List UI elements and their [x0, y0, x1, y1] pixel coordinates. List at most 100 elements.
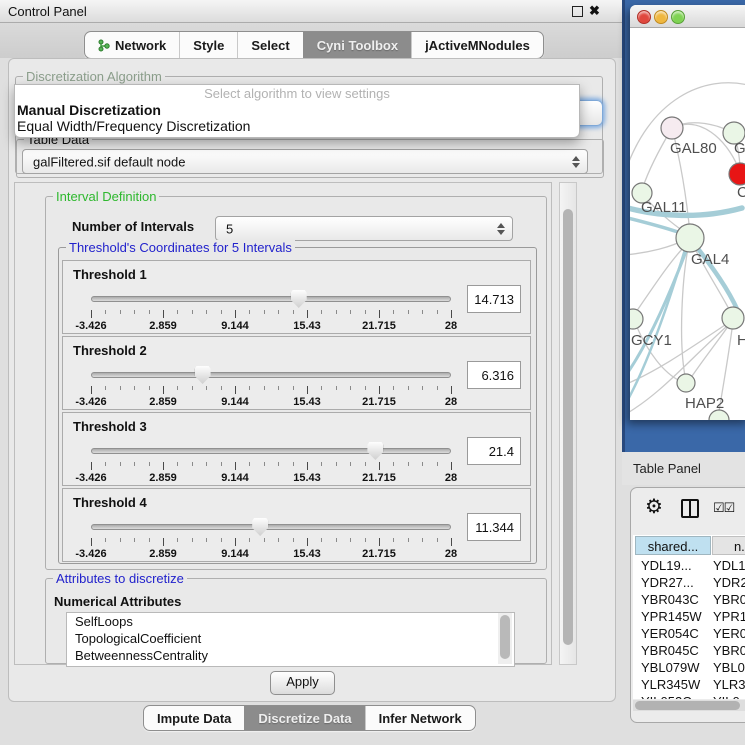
checkbox-icons[interactable]: ☑☑ — [713, 500, 734, 516]
thresholds-group-label: Threshold's Coordinates for 5 Intervals — [66, 240, 295, 255]
tab-label: Cyni Toolbox — [317, 38, 398, 53]
table-panel-titlebar: Table Panel — [622, 452, 745, 485]
float-window-icon[interactable] — [572, 6, 583, 17]
tab-discretize-data[interactable]: Discretize Data — [244, 706, 364, 730]
table-hscrollbar[interactable] — [633, 700, 745, 711]
window-title: Control Panel — [8, 4, 87, 19]
table-row[interactable]: YBR043CYBR0 — [633, 591, 745, 608]
threshold-row: Threshold 2 -3.4262.8599.14415.4321.7152… — [62, 336, 531, 410]
settings-scrollbar[interactable] — [559, 182, 577, 665]
attributes-scrollbar[interactable] — [498, 613, 512, 664]
slider-ticks — [91, 310, 451, 319]
table-row[interactable]: YBL079WYBL0 — [633, 659, 745, 676]
attribute-item[interactable]: BetweennessCentrality — [67, 647, 514, 664]
split-view-icon[interactable] — [681, 499, 699, 518]
minimize-traffic-light-icon[interactable] — [654, 10, 668, 24]
network-node-label: GCY1 — [631, 332, 672, 349]
threshold-label: Threshold 2 — [73, 343, 147, 358]
attribute-item[interactable]: TopologicalCoefficient — [67, 630, 514, 647]
table-row[interactable]: YIL052CYIL0 — [633, 693, 745, 699]
table-panel: ⚙ ☑☑ shared... n... YDL19...YDL1YDR27...… — [630, 487, 745, 723]
slider-scale: -3.4262.8599.14415.4321.71528 — [91, 548, 451, 560]
slider-thumb[interactable] — [252, 518, 268, 536]
close-traffic-light-icon[interactable] — [637, 10, 651, 24]
tab-style[interactable]: Style — [179, 32, 237, 58]
slider-thumb[interactable] — [291, 290, 307, 308]
table-data-combo[interactable]: galFiltered.sif default node — [22, 149, 588, 174]
network-node-labels: GAL80 GA C GAL11 GAL4 GCY1 H HAP2 — [631, 140, 745, 412]
tab-jactivemnodules[interactable]: jActiveMNodules — [411, 32, 543, 58]
algorithm-dropdown-popup: Select algorithm to view settings Manual… — [14, 84, 580, 138]
slider-track[interactable] — [91, 296, 451, 302]
tab-label: Select — [251, 38, 289, 53]
tab-label: Style — [193, 38, 224, 53]
tab-network[interactable]: Network — [85, 32, 179, 58]
scrollbar-thumb[interactable] — [500, 615, 510, 659]
tab-cyni-toolbox[interactable]: Cyni Toolbox — [303, 32, 411, 58]
num-intervals-label: Number of Intervals — [72, 219, 194, 234]
table-row[interactable]: YDR27...YDR2 — [633, 574, 745, 591]
slider-track[interactable] — [91, 372, 451, 378]
tab-label: Network — [115, 38, 166, 53]
interval-definition-label: Interval Definition — [53, 189, 159, 204]
slider-scale: -3.4262.8599.14415.4321.71528 — [91, 320, 451, 332]
slider-track[interactable] — [91, 524, 451, 530]
algorithm-group-label: Discretization Algorithm — [23, 69, 165, 84]
table-row[interactable]: YDL19...YDL1 — [633, 557, 745, 574]
threshold-row: Threshold 3 -3.4262.8599.14415.4321.7152… — [62, 412, 531, 486]
tab-label: Infer Network — [379, 711, 462, 726]
threshold-value[interactable]: 14.713 — [467, 285, 521, 313]
threshold-slider[interactable]: -3.4262.8599.14415.4321.71528 — [91, 441, 451, 481]
threshold-value[interactable]: 11.344 — [467, 513, 521, 541]
slider-thumb[interactable] — [367, 442, 383, 460]
table-data-value: galFiltered.sif default node — [33, 154, 185, 169]
scrollbar-thumb[interactable] — [635, 701, 740, 710]
bottom-tabs: Impute Data Discretize Data Infer Networ… — [143, 705, 476, 731]
tab-infer-network[interactable]: Infer Network — [365, 706, 475, 730]
table-row[interactable]: YBR045CYBR0 — [633, 642, 745, 659]
table-row[interactable]: YER054CYER0 — [633, 625, 745, 642]
network-node-label: GAL4 — [691, 251, 729, 268]
tab-label: Discretize Data — [258, 711, 351, 726]
slider-ticks — [91, 386, 451, 395]
algorithm-option[interactable]: Equal Width/Frequency Discretization — [15, 118, 579, 134]
slider-ticks — [91, 538, 451, 547]
attribute-item[interactable]: SelfLoops — [67, 613, 514, 630]
numerical-attributes-list[interactable]: SelfLoopsTopologicalCoefficientBetweenne… — [66, 612, 515, 667]
table-row[interactable]: YLR345WYLR3 — [633, 676, 745, 693]
apply-button[interactable]: Apply — [270, 671, 335, 695]
tab-impute-data[interactable]: Impute Data — [144, 706, 244, 730]
slider-thumb[interactable] — [195, 366, 211, 384]
network-canvas[interactable]: GAL80 GA C GAL11 GAL4 GCY1 H HAP2 — [630, 27, 745, 420]
tab-select[interactable]: Select — [237, 32, 302, 58]
threshold-slider[interactable]: -3.4262.8599.14415.4321.71528 — [91, 517, 451, 557]
combo-stepper-icon — [572, 156, 580, 168]
network-node-label: HAP2 — [685, 395, 724, 412]
close-icon[interactable]: ✖ — [589, 3, 600, 19]
attributes-group-label: Attributes to discretize — [53, 571, 187, 586]
table-panel-title: Table Panel — [633, 461, 701, 476]
column-header-shared-name[interactable]: shared... — [635, 536, 711, 555]
scrollbar-thumb[interactable] — [563, 209, 573, 645]
network-node-label: C — [737, 184, 745, 201]
combo-stepper-icon — [497, 223, 505, 235]
gear-icon[interactable]: ⚙ — [645, 496, 663, 518]
num-intervals-combo[interactable]: 5 — [215, 216, 513, 241]
threshold-label: Threshold 3 — [73, 419, 147, 434]
zoom-traffic-light-icon[interactable] — [671, 10, 685, 24]
network-window-titlebar[interactable] — [630, 5, 745, 28]
network-node-label: H — [737, 332, 745, 349]
num-intervals-value: 5 — [226, 221, 233, 236]
threshold-slider[interactable]: -3.4262.8599.14415.4321.71528 — [91, 289, 451, 329]
threshold-value[interactable]: 6.316 — [467, 361, 521, 389]
threshold-slider[interactable]: -3.4262.8599.14415.4321.71528 — [91, 365, 451, 405]
table-row[interactable]: YPR145WYPR1 — [633, 608, 745, 625]
tab-label: jActiveMNodules — [425, 38, 530, 53]
slider-track[interactable] — [91, 448, 451, 454]
threshold-row: Threshold 1 -3.4262.8599.14415.4321.7152… — [62, 260, 531, 334]
top-tabs: Network Style Select Cyni Toolbox jActiv… — [84, 31, 544, 59]
threshold-label: Threshold 1 — [73, 267, 147, 282]
column-header-name[interactable]: n... — [712, 536, 745, 555]
threshold-value[interactable]: 21.4 — [467, 437, 521, 465]
algorithm-option[interactable]: Manual Discretization — [15, 102, 579, 118]
